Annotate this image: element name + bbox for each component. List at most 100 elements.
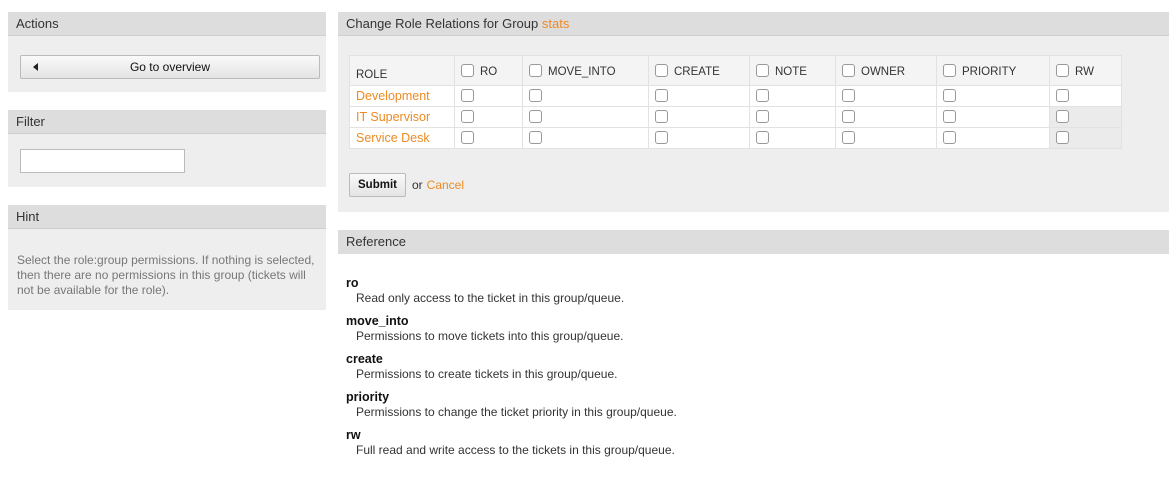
checkbox-cell xyxy=(1049,106,1122,128)
reference-header: Reference xyxy=(338,230,1169,254)
it-supervisor-move-into-checkbox[interactable] xyxy=(529,110,542,123)
reference-desc-move-into: Permissions to move tickets into this gr… xyxy=(356,329,624,343)
development-note-checkbox[interactable] xyxy=(756,89,769,102)
checkbox-cell xyxy=(936,106,1050,128)
service-desk-note-checkbox[interactable] xyxy=(756,131,769,144)
checkbox-cell xyxy=(749,127,836,149)
filter-header: Filter xyxy=(8,110,326,134)
hint-panel: Hint Select the role:group permissions. … xyxy=(8,205,326,310)
checkbox-cell xyxy=(1049,85,1122,107)
service-desk-move-into-checkbox[interactable] xyxy=(529,131,542,144)
reference-term-ro: ro xyxy=(346,276,359,290)
group-name-link[interactable]: stats xyxy=(542,16,569,31)
role-cell: IT Supervisor xyxy=(349,106,455,128)
reference-desc-priority: Permissions to change the ticket priorit… xyxy=(356,405,677,419)
role-link-development[interactable]: Development xyxy=(356,89,430,103)
perm-header-ro[interactable]: RO xyxy=(454,55,523,86)
checkbox-cell xyxy=(749,85,836,107)
checkbox-cell xyxy=(835,127,937,149)
select-all-ro-checkbox[interactable] xyxy=(461,63,474,77)
checkbox-cell xyxy=(835,85,937,107)
role-cell: Service Desk xyxy=(349,127,455,149)
reference-desc-rw: Full read and write access to the ticket… xyxy=(356,443,675,457)
it-supervisor-create-checkbox[interactable] xyxy=(655,110,668,123)
table-header-row: ROLE RO MOVE_INTO CREATE NOTE OWNER PRIO… xyxy=(349,55,1122,86)
reference-term-rw: rw xyxy=(346,428,361,442)
role-relations-panel: Change Role Relations for Group stats RO… xyxy=(338,12,1169,212)
actions-panel: Actions Go to overview xyxy=(8,12,326,92)
perm-header-note[interactable]: NOTE xyxy=(749,55,836,86)
table-row: IT Supervisor xyxy=(349,106,1122,128)
select-all-move-into-checkbox[interactable] xyxy=(529,63,542,77)
checkbox-cell xyxy=(648,85,750,107)
checkbox-cell xyxy=(522,85,649,107)
it-supervisor-rw-checkbox[interactable] xyxy=(1056,110,1069,123)
go-to-overview-label: Go to overview xyxy=(129,60,211,74)
service-desk-rw-checkbox[interactable] xyxy=(1056,131,1069,144)
checkbox-cell xyxy=(936,127,1050,149)
hint-header: Hint xyxy=(8,205,326,229)
it-supervisor-owner-checkbox[interactable] xyxy=(842,110,855,123)
checkbox-cell xyxy=(648,106,750,128)
hint-text: Select the role:group permissions. If no… xyxy=(17,253,315,297)
submit-button[interactable]: Submit xyxy=(349,173,406,197)
filter-panel: Filter xyxy=(8,110,326,187)
select-all-owner-checkbox[interactable] xyxy=(842,63,855,77)
service-desk-ro-checkbox[interactable] xyxy=(461,131,474,144)
cancel-link[interactable]: Cancel xyxy=(427,178,464,192)
checkbox-cell xyxy=(936,85,1050,107)
role-permissions-table: ROLE RO MOVE_INTO CREATE NOTE OWNER PRIO… xyxy=(349,55,1122,149)
role-link-service-desk[interactable]: Service Desk xyxy=(356,131,430,145)
or-text: or xyxy=(411,178,423,192)
filter-input[interactable] xyxy=(20,149,185,173)
checkbox-cell xyxy=(835,106,937,128)
actions-header: Actions xyxy=(8,12,326,36)
checkbox-cell xyxy=(454,85,523,107)
role-column-header: ROLE xyxy=(349,55,455,86)
reference-term-create: create xyxy=(346,352,383,366)
role-relations-header: Change Role Relations for Group stats xyxy=(338,12,1169,36)
service-desk-create-checkbox[interactable] xyxy=(655,131,668,144)
checkbox-cell xyxy=(1049,127,1122,149)
checkbox-cell xyxy=(522,127,649,149)
role-relations-title: Change Role Relations for Group xyxy=(346,16,539,31)
select-all-note-checkbox[interactable] xyxy=(756,63,769,77)
perm-header-rw[interactable]: RW xyxy=(1049,55,1122,86)
reference-term-move-into: move_into xyxy=(346,314,409,328)
table-row: Development xyxy=(349,85,1122,107)
select-all-priority-checkbox[interactable] xyxy=(943,63,956,77)
caret-left-icon xyxy=(33,63,38,71)
checkbox-cell xyxy=(749,106,836,128)
perm-header-create[interactable]: CREATE xyxy=(648,55,750,86)
select-all-rw-checkbox[interactable] xyxy=(1056,63,1069,77)
it-supervisor-note-checkbox[interactable] xyxy=(756,110,769,123)
go-to-overview-button[interactable]: Go to overview xyxy=(20,55,320,79)
checkbox-cell xyxy=(648,127,750,149)
development-move-into-checkbox[interactable] xyxy=(529,89,542,102)
table-row: Service Desk xyxy=(349,127,1122,149)
development-rw-checkbox[interactable] xyxy=(1056,89,1069,102)
reference-desc-ro: Read only access to the ticket in this g… xyxy=(356,291,625,305)
form-actions: Submit or Cancel xyxy=(349,173,464,197)
it-supervisor-ro-checkbox[interactable] xyxy=(461,110,474,123)
checkbox-cell xyxy=(522,106,649,128)
development-create-checkbox[interactable] xyxy=(655,89,668,102)
role-cell: Development xyxy=(349,85,455,107)
role-link-it-supervisor[interactable]: IT Supervisor xyxy=(356,110,430,124)
checkbox-cell xyxy=(454,106,523,128)
it-supervisor-priority-checkbox[interactable] xyxy=(943,110,956,123)
service-desk-owner-checkbox[interactable] xyxy=(842,131,855,144)
perm-header-priority[interactable]: PRIORITY xyxy=(936,55,1050,86)
perm-header-move-into[interactable]: MOVE_INTO xyxy=(522,55,649,86)
reference-term-priority: priority xyxy=(346,390,390,404)
select-all-create-checkbox[interactable] xyxy=(655,63,668,77)
development-owner-checkbox[interactable] xyxy=(842,89,855,102)
checkbox-cell xyxy=(454,127,523,149)
reference-list: ro Read only access to the ticket in thi… xyxy=(346,276,1156,466)
reference-desc-create: Permissions to create tickets in this gr… xyxy=(356,367,618,381)
service-desk-priority-checkbox[interactable] xyxy=(943,131,956,144)
development-ro-checkbox[interactable] xyxy=(461,89,474,102)
reference-panel: Reference ro Read only access to the tic… xyxy=(338,230,1169,496)
perm-header-owner[interactable]: OWNER xyxy=(835,55,937,86)
development-priority-checkbox[interactable] xyxy=(943,89,956,102)
